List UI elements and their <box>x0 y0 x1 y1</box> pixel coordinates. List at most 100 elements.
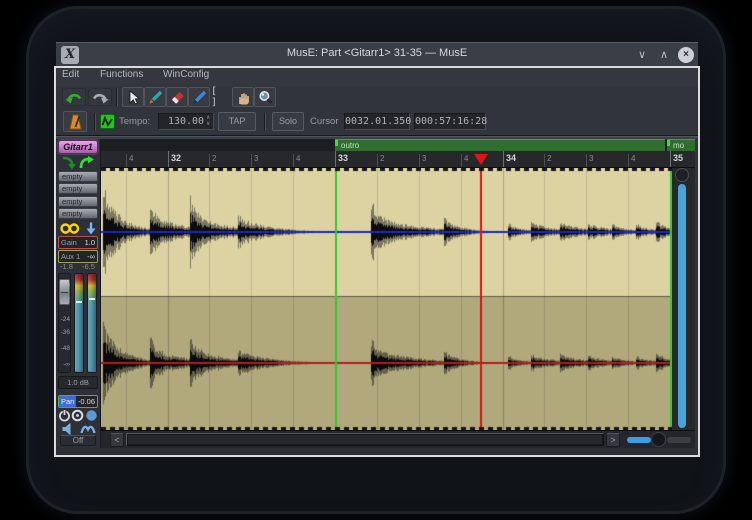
gain-control[interactable]: Gain 1.0 <box>58 236 98 249</box>
record-icon[interactable] <box>71 409 84 422</box>
beat-tick <box>419 154 420 168</box>
redo-button[interactable] <box>88 88 112 106</box>
tempo-spinbox[interactable]: 130.00 ∧∨ <box>158 113 214 130</box>
spinbox-arrows-icon[interactable]: ∧∨ <box>206 115 210 127</box>
menu-bar: Edit Functions WinConfig <box>56 66 698 86</box>
next-part-arrow-icon[interactable] <box>79 156 95 170</box>
window-bottom-edge <box>56 448 698 455</box>
beat-tick <box>377 154 378 168</box>
marker-region-mo[interactable]: mo <box>667 139 695 151</box>
marker-strip[interactable]: outro mo <box>101 139 695 151</box>
vertical-zoom-knob[interactable] <box>675 168 689 182</box>
tick-label: 3 <box>589 154 593 163</box>
peak-hold-right <box>89 298 95 300</box>
speaker-icon[interactable] <box>61 422 75 436</box>
menu-winconfig[interactable]: WinConfig <box>163 69 209 80</box>
part-navigation <box>58 156 98 170</box>
db-scale-label: -48 <box>57 345 70 352</box>
tempo-curve-icon <box>101 115 114 128</box>
horizontal-scrollbar[interactable] <box>126 433 604 446</box>
scrollbar-thumb[interactable] <box>128 435 602 444</box>
enable-master-button[interactable] <box>100 114 115 129</box>
db-scale-label: 0 <box>57 282 70 289</box>
part-slot-2[interactable]: empty <box>58 183 98 194</box>
cursor-position-display: 0032.01.350 <box>344 113 410 130</box>
tempo-value: 130.00 <box>168 116 204 127</box>
vertical-scroll-bar[interactable] <box>678 184 686 428</box>
part-slot-3[interactable]: empty <box>58 196 98 207</box>
beat-tick <box>544 154 545 168</box>
input-route-arrow-icon[interactable] <box>84 221 98 235</box>
window-title: MusE: Part <Gitarr1> 31-35 — MusE <box>56 47 698 59</box>
transport-toolbar: Tempo: 130.00 ∧∨ TAP Solo Cursor 0032.01… <box>56 108 698 136</box>
eraser-tool-button[interactable] <box>166 87 188 107</box>
meter-right <box>87 273 97 373</box>
prev-part-arrow-icon[interactable] <box>61 156 77 170</box>
bar-tick <box>670 151 671 168</box>
beat-tick <box>628 154 629 168</box>
beat-tick <box>126 154 127 168</box>
track-buttons-row2 <box>58 422 98 435</box>
zoom-slider-knob[interactable] <box>651 432 666 447</box>
pointer-tool-button[interactable] <box>122 87 144 107</box>
automation-off-button[interactable]: Off <box>60 435 96 446</box>
menu-functions[interactable]: Functions <box>100 69 143 80</box>
meter-left <box>74 273 84 373</box>
playhead-marker[interactable] <box>474 154 488 165</box>
db-scale-label: -∞ <box>57 361 70 368</box>
tempo-label: Tempo: <box>119 116 150 127</box>
tick-label: 2 <box>380 154 384 163</box>
minimize-button[interactable]: ∨ <box>634 48 650 61</box>
range-tool-button[interactable]: [ ] <box>210 87 232 107</box>
maximize-button[interactable]: ∧ <box>656 48 672 61</box>
scroll-left-button[interactable]: < <box>110 433 124 447</box>
zoom-tool-button[interactable] <box>254 87 276 107</box>
menu-edit[interactable]: Edit <box>62 69 79 80</box>
pan-tool-button[interactable] <box>232 87 254 107</box>
marker-label: outro <box>341 141 359 150</box>
waveform-canvas[interactable] <box>101 168 672 430</box>
pencil-tool-button[interactable] <box>144 87 166 107</box>
tick-label: 3 <box>254 154 258 163</box>
undo-button[interactable] <box>62 88 86 106</box>
part-slot-1[interactable]: empty <box>58 171 98 182</box>
pencil-icon <box>148 90 163 105</box>
pan-control[interactable]: Pan -0.06 <box>58 395 98 408</box>
marker-region-outro[interactable]: outro <box>335 139 665 151</box>
right-gutter <box>672 168 695 430</box>
bar-tick <box>503 151 504 168</box>
close-button[interactable]: × <box>678 47 694 63</box>
track-name-label[interactable]: Gitarr1 <box>58 140 98 154</box>
envelope-icon[interactable] <box>80 422 96 435</box>
fader-db-readout[interactable]: 1.0 dB <box>58 376 98 389</box>
part-slot-4[interactable]: empty <box>58 208 98 219</box>
draw-pencil-icon <box>192 90 207 105</box>
scroll-row: < > <box>101 430 695 448</box>
title-bar[interactable]: X MusE: Part <Gitarr1> 31-35 — MusE ∨ ∧ … <box>56 42 698 66</box>
draw-tool-button[interactable] <box>188 87 210 107</box>
db-scale-label: -12 <box>57 297 70 304</box>
tick-label: 34 <box>506 153 516 163</box>
tick-label: 2 <box>547 154 551 163</box>
track-buttons-row1 <box>58 409 98 422</box>
stereo-toggle-icon[interactable] <box>60 222 80 235</box>
peak-left-value: -1.8 <box>60 262 73 271</box>
beat-tick <box>461 154 462 168</box>
tap-button[interactable]: TAP <box>218 112 256 131</box>
solo-button[interactable]: Solo <box>272 112 304 131</box>
muse-editor-window: X MusE: Part <Gitarr1> 31-35 — MusE ∨ ∧ … <box>56 42 698 455</box>
tick-label: 35 <box>673 153 683 163</box>
power-icon[interactable] <box>58 409 71 422</box>
metronome-button[interactable] <box>63 111 87 132</box>
eraser-icon <box>170 90 185 105</box>
tick-label: 4 <box>464 154 468 163</box>
monitor-dot-icon[interactable] <box>85 409 98 422</box>
track-info-panel: Gitarr1 emptyemptyemptyempty Gain <box>56 139 101 448</box>
peak-readouts: -1.8 -6.5 <box>58 262 98 272</box>
zoom-slider-track[interactable] <box>667 437 691 443</box>
pan-label: Pan <box>59 396 76 407</box>
timeline-ruler[interactable]: 432234332343423435 <box>101 151 695 168</box>
marker-flag-icon <box>667 140 670 146</box>
scroll-right-button[interactable]: > <box>606 433 620 447</box>
tool-toolbar: [ ] <box>56 86 698 108</box>
